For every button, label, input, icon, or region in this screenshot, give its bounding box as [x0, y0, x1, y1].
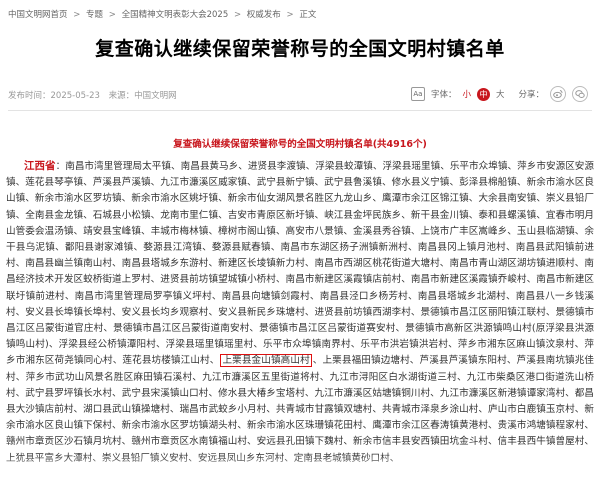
village-list-text: 江西省：南昌市湾里管理局太平镇、南昌县黄马乡、进贤县李渡镇、浮梁县蛟潭镇、浮梁县… [6, 158, 594, 467]
page-title: 复查确认继续保留荣誉称号的全国文明村镇名单 [95, 38, 505, 60]
breadcrumb-separator: > [108, 10, 116, 20]
province-label: 江西省 [24, 160, 56, 172]
wechat-share-icon[interactable] [572, 86, 588, 102]
breadcrumb-separator: > [286, 10, 294, 20]
breadcrumb-conference[interactable]: 全国精神文明表彰大会2025 [122, 10, 229, 20]
breadcrumb-topic[interactable]: 专题 [86, 10, 103, 20]
breadcrumb-home[interactable]: 中国文明网首页 [8, 10, 68, 20]
meta-tools: Aa 字体： 小 中 大 分享： [410, 86, 588, 102]
font-size-large-button[interactable]: 大 [496, 88, 505, 100]
font-size-icon: Aa [410, 87, 425, 101]
highlighted-village: 上栗县金山镇高山村 [220, 354, 312, 368]
list-heading: 复查确认继续保留荣誉称号的全国文明村镇名单(共4916个) [173, 139, 427, 150]
font-size-small-button[interactable]: 小 [462, 88, 471, 100]
breadcrumb-separator: > [73, 10, 81, 20]
article-meta: 发布时间：2025-05-23 来源：中国文明网 Aa 字体： 小 中 大 分享… [8, 86, 592, 104]
village-list-part-2: 、上栗县福田镇边塘村、芦溪县芦溪镇东阳村、芦溪县南坑镇兆佳村、萍乡市武功山风景名… [6, 355, 595, 463]
share-label: 分享： [518, 90, 544, 100]
breadcrumb-release[interactable]: 权威发布 [247, 10, 281, 20]
header-divider [8, 110, 592, 111]
weibo-share-icon[interactable] [550, 86, 566, 102]
publish-time: 发布时间：2025-05-23 [8, 91, 100, 101]
bottom-fade [0, 455, 600, 477]
breadcrumb: 中国文明网首页 > 专题 > 全国精神文明表彰大会2025 > 权威发布 > 正… [8, 8, 316, 20]
village-list-part-1: 南昌市湾里管理局太平镇、南昌县黄马乡、进贤县李渡镇、浮梁县蛟潭镇、浮梁县瑶里镇、… [6, 161, 595, 367]
article-source: 来源：中国文明网 [108, 91, 177, 101]
font-size-medium-button[interactable]: 中 [476, 87, 490, 101]
breadcrumb-separator: > [233, 10, 242, 20]
breadcrumb-current: 正文 [299, 10, 317, 20]
meta-info: 发布时间：2025-05-23 来源：中国文明网 [8, 89, 183, 101]
font-size-label: 字体： [430, 90, 457, 100]
